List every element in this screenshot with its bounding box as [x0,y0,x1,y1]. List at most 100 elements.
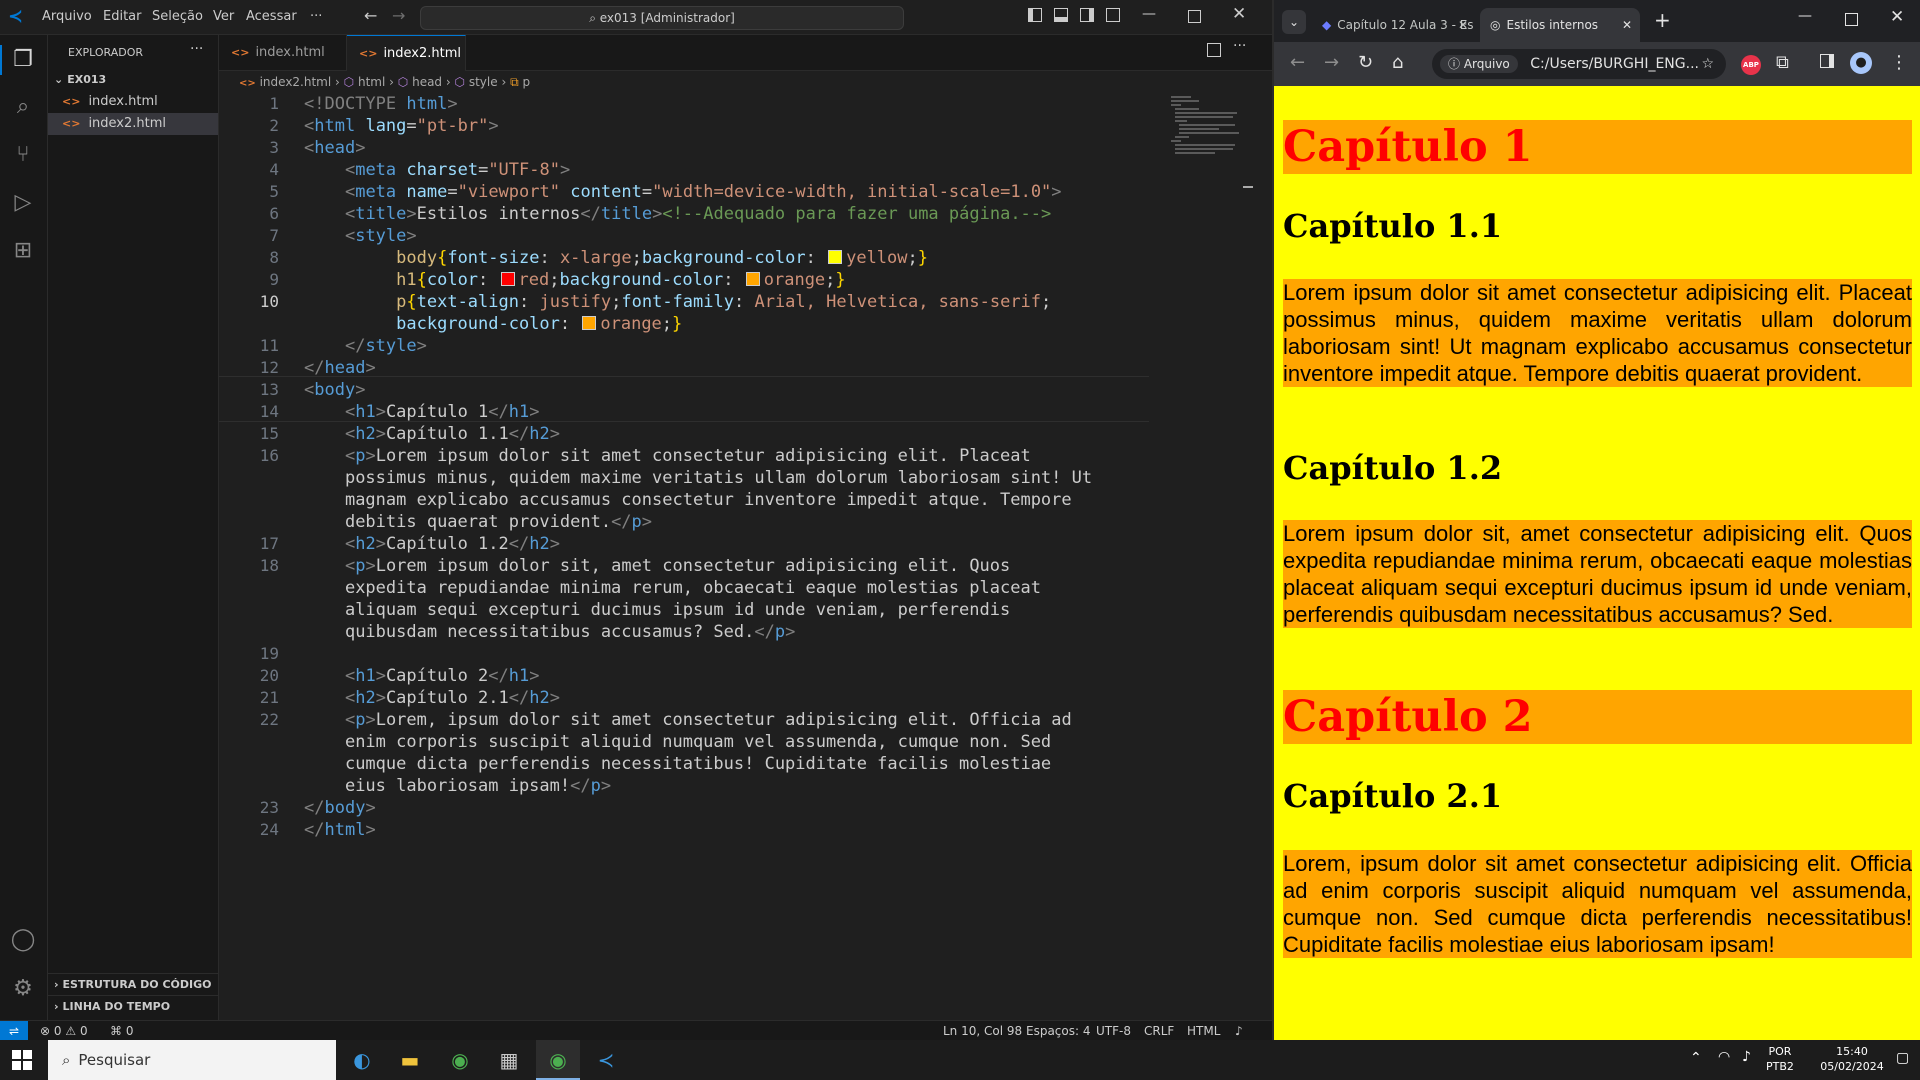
color-swatch[interactable] [828,250,843,264]
toggle-secondary-sidebar-icon[interactable] [1080,8,1094,22]
close-icon[interactable]: ✕ [1890,7,1904,27]
tab-index2-html[interactable]: <>index2.html ✕ [347,35,466,96]
code-line-24: </html> [304,820,376,840]
menu-acessar[interactable]: Acessar [246,0,297,34]
cursor-position[interactable]: Ln 10, Col 98 [943,1021,1022,1041]
vscode-taskbar-icon[interactable]: ≺ [590,1046,622,1074]
chrome-tab-1[interactable]: ◆ Capítulo 12 Aula 3 - Es ✕ [1314,8,1474,42]
calculator-icon[interactable]: ▦ [493,1046,525,1074]
text: enim corporis suscipit aliquid numquam v… [344,732,1052,752]
color-swatch[interactable] [745,272,760,286]
reload-icon[interactable]: ↻ [1358,52,1373,73]
breadcrumb-p[interactable]: p [522,75,530,89]
file-index2-html[interactable]: <> index2.html [48,113,218,135]
back-arrow-icon[interactable]: ← [364,6,377,25]
url-text[interactable]: C:/Users/BURGHI_ENG... [1530,56,1699,72]
minimize-icon[interactable]: — [1142,6,1156,22]
input-language[interactable]: POR PTB2 [1766,1044,1794,1074]
command-center-search[interactable]: ⌕ ex013 [Administrador] [420,6,904,30]
breadcrumb-head[interactable]: head [412,75,442,89]
chrome-tab-2[interactable]: ◎ Estilos internos ✕ [1480,8,1640,42]
split-editor-icon[interactable] [1207,43,1221,57]
maximize-icon[interactable] [1845,13,1858,26]
menu-ver[interactable]: Ver [213,0,234,34]
source-control-icon[interactable]: ⑂ [9,141,37,169]
menu-more[interactable]: ··· [310,0,322,34]
line-ending[interactable]: CRLF [1144,1021,1174,1041]
profile-avatar-icon[interactable]: ● [1850,52,1872,74]
search-icon: ⌕ [589,11,600,25]
remote-icon[interactable]: ⇌ [0,1021,28,1041]
tab-index-html[interactable]: <> index.html [219,35,347,70]
timeline-section[interactable]: › LINHA DO TEMPO [48,995,218,1018]
more-actions-icon[interactable]: ··· [1233,38,1246,54]
tag: body [324,798,366,818]
bookmark-star-icon[interactable]: ☆ [1701,49,1714,79]
folder-ex013[interactable]: ⌄ EX013 [48,69,218,91]
address-bar[interactable]: ⓘ Arquivo C:/Users/BURGHI_ENG... ☆ [1432,49,1726,79]
menu-editar[interactable]: Editar [103,0,142,34]
language-mode[interactable]: HTML [1187,1021,1220,1041]
explorer-icon[interactable]: ❐ [9,46,37,74]
line-number: 18 [259,556,279,575]
taskbar-search[interactable]: ⌕ Pesquisar [48,1040,336,1080]
notifications-icon[interactable]: ▢ [1896,1050,1909,1066]
menu-arquivo[interactable]: Arquivo [42,0,92,34]
outline-section[interactable]: › ESTRUTURA DO CÓDIGO [48,973,218,996]
file-explorer-icon[interactable]: ▬ [394,1046,426,1074]
site-info-chip[interactable]: ⓘ Arquivo [1440,55,1518,73]
new-tab-icon[interactable]: + [1654,8,1671,32]
breadcrumb-style[interactable]: style [469,75,498,89]
edge-icon[interactable]: ◐ [346,1046,378,1074]
line-number: 12 [259,358,279,377]
maximize-icon[interactable] [1188,10,1201,23]
encoding[interactable]: UTF-8 [1096,1021,1131,1041]
chevron-down-icon: ⌄ [54,73,64,86]
windows-start-icon[interactable] [12,1050,32,1070]
attr: charset [406,160,479,180]
minimap[interactable] [1171,96,1241,156]
clock[interactable]: 15:40 05/02/2024 [1812,1044,1892,1074]
color-swatch[interactable] [500,272,515,286]
chevron-up-icon[interactable]: ⌃ [1690,1050,1702,1066]
gear-icon[interactable]: ⚙ [9,975,37,1003]
extensions-icon[interactable]: ⧉ [1776,52,1789,73]
menu-kebab-icon[interactable]: ⋮ [1890,52,1908,73]
chrome-icon[interactable]: ◉ [444,1046,476,1074]
breadcrumb-html[interactable]: html [358,75,385,89]
extensions-icon[interactable]: ⊞ [9,237,37,265]
forward-arrow-icon[interactable]: → [392,6,405,25]
toggle-panel-icon[interactable] [1054,8,1068,22]
forward-arrow-icon[interactable]: → [1324,52,1339,73]
breadcrumb-file[interactable]: index2.html [260,75,332,89]
run-debug-icon[interactable]: ▷ [9,189,37,217]
file-index-html[interactable]: <> index.html [48,91,218,113]
indentation[interactable]: Espaços: 4 [1026,1021,1091,1041]
tab-search-icon[interactable]: ⌄ [1282,10,1306,34]
close-tab-icon[interactable]: ✕ [1622,8,1632,42]
menu-selecao[interactable]: Seleção [152,0,203,34]
code-editor[interactable]: 1 2 3 4 5 6 7 8 9 10 11 12 13 14 15 16 17 18 19 20 21 22 23 24 … [219,94,1272,1020]
toggle-sidebar-icon[interactable] [1028,8,1042,22]
scrollbar-marker [1243,186,1253,188]
problems-indicator[interactable]: ⊗ 0 ⚠ 0 [40,1021,88,1041]
customize-layout-icon[interactable] [1106,8,1120,22]
back-arrow-icon[interactable]: ← [1290,52,1305,73]
more-actions-icon[interactable]: ··· [190,41,203,57]
wifi-icon[interactable]: ◠ [1718,1049,1730,1065]
volume-icon[interactable]: ♪ [1742,1049,1751,1065]
home-icon[interactable]: ⌂ [1392,52,1403,73]
account-icon[interactable]: ◯ [9,926,37,954]
page-h1-capitulo-2: Capítulo 2 [1283,690,1912,744]
chrome-active-icon[interactable]: ◉ [536,1040,580,1080]
search-icon[interactable]: ⌕ [9,93,37,121]
bell-icon[interactable]: ♪ [1235,1021,1243,1041]
close-icon[interactable]: ✕ [1232,4,1246,24]
web-page: Capítulo 1 Capítulo 1.1 Lorem ipsum dolo… [1274,86,1920,1040]
close-tab-icon[interactable]: ✕ [1458,8,1468,42]
ports-indicator[interactable]: ⌘ 0 [110,1021,133,1041]
adblock-icon[interactable]: ABP [1741,55,1761,75]
side-panel-icon[interactable] [1820,54,1834,68]
minimize-icon[interactable]: — [1798,8,1812,24]
color-swatch[interactable] [582,316,597,330]
